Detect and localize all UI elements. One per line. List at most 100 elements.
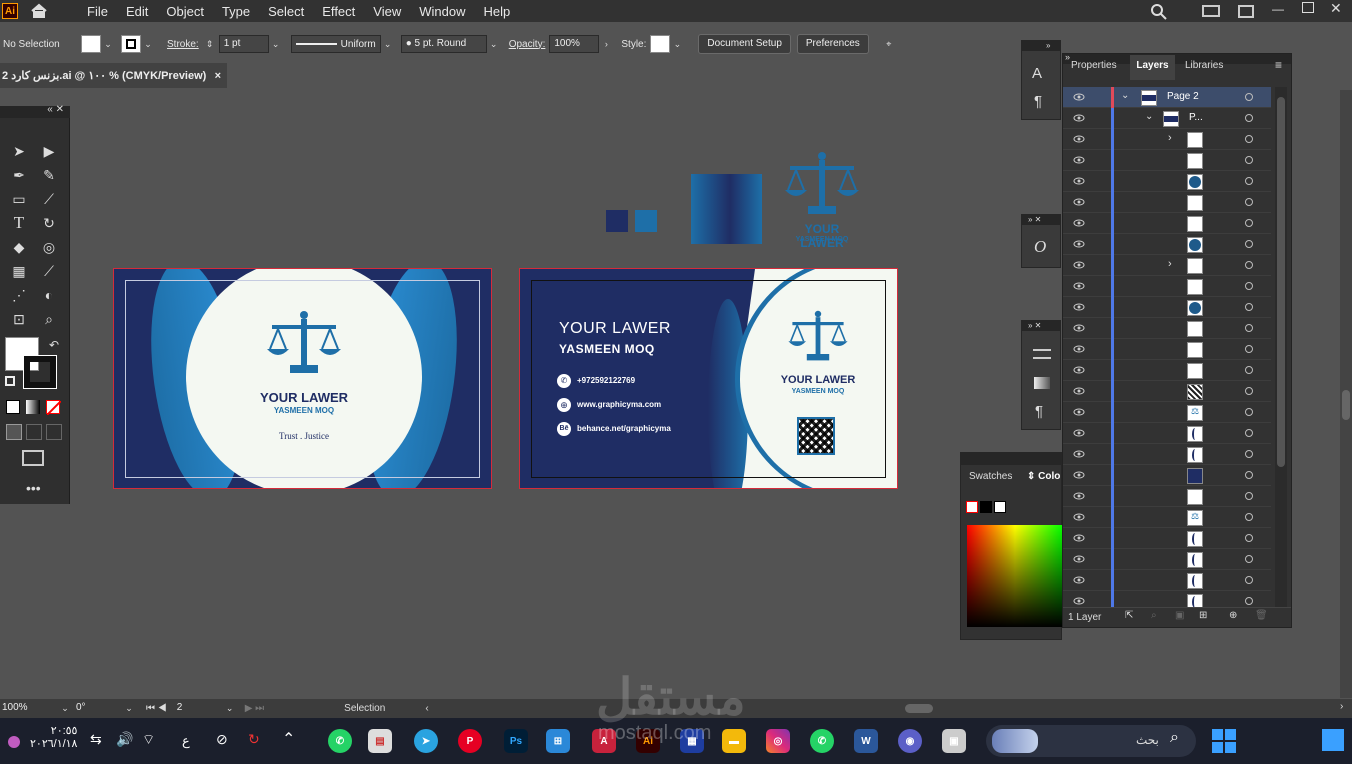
layers-tab[interactable]: Layers [1130,55,1175,80]
sync-icon[interactable]: ↻ [248,731,260,748]
windows-start-icon[interactable] [1212,729,1236,753]
draw-behind-icon[interactable] [26,424,42,440]
fill-dropdown[interactable]: ⌄ [101,35,115,53]
visibility-eye-icon[interactable] [1073,197,1085,207]
search-box[interactable]: بحث ⌕ [986,725,1196,757]
style-swatch[interactable] [650,35,671,53]
visibility-eye-icon[interactable] [1073,281,1085,291]
next-artboard-icon[interactable]: ▶ ⏭ [245,703,264,714]
whatsapp-business-icon[interactable]: ✆ [810,729,834,753]
menu-type[interactable]: Type [213,4,259,19]
layer-row[interactable] [1063,150,1271,171]
blend-tool-icon[interactable]: ⋰ [8,284,30,306]
eraser-tool-icon[interactable]: ◆ [8,236,30,258]
status-arrow-icon[interactable]: ‹ [425,703,428,714]
target-icon[interactable] [1245,135,1253,143]
visibility-eye-icon[interactable] [1073,260,1085,270]
profile-dropdown[interactable]: ⌄ [381,35,395,53]
document-setup-button[interactable]: Document Setup [698,34,791,54]
target-icon[interactable] [1245,471,1253,479]
target-icon[interactable] [1245,366,1253,374]
visibility-eye-icon[interactable] [1073,176,1085,186]
target-icon[interactable] [1245,261,1253,269]
new-sublayer-icon[interactable]: ⊞ [1199,610,1207,621]
menu-file[interactable]: File [78,4,117,19]
visibility-eye-icon[interactable] [1073,596,1085,606]
document-tab[interactable]: 2 بزنس كارد.ai @ ١٠٠ % (CMYK/Preview) × [0,63,227,88]
photoshop-icon[interactable]: Ps [504,729,528,753]
visibility-eye-icon[interactable] [1073,218,1085,228]
layer-row[interactable] [1063,192,1271,213]
home-icon[interactable] [30,3,48,19]
clipping-mask-icon[interactable]: ▣ [1175,610,1184,621]
layer-row[interactable] [1063,444,1271,465]
visibility-eye-icon[interactable] [1073,92,1085,102]
layer-row[interactable] [1063,381,1271,402]
direct-selection-tool-icon[interactable]: ▶ [38,140,60,162]
draw-normal-icon[interactable] [6,424,22,440]
layer-row[interactable]: › [1063,255,1271,276]
expand-chevron-icon[interactable]: › [1168,132,1172,144]
layer-row[interactable]: ⌄ Page 2 [1063,87,1271,108]
minimize-button[interactable]: — [1272,2,1284,16]
selection-tool-icon[interactable]: ➤ [8,140,30,162]
stroke-swatch[interactable] [121,35,141,53]
notification-icon[interactable] [8,736,20,748]
navy-color-chip[interactable] [606,210,628,232]
target-icon[interactable] [1245,555,1253,563]
visibility-eye-icon[interactable] [1073,239,1085,249]
curvature-tool-icon[interactable]: ✎ [38,164,60,186]
zoom-field[interactable]: 100% [0,699,58,718]
preferences-button[interactable]: Preferences [796,34,869,54]
target-icon[interactable] [1245,450,1253,458]
draw-inside-icon[interactable] [46,424,62,440]
layer-row[interactable]: ⌄ P... [1063,108,1271,129]
visibility-eye-icon[interactable] [1073,512,1085,522]
target-icon[interactable] [1245,219,1253,227]
search-icon[interactable] [1150,3,1168,24]
swatches-tab[interactable]: Swatches [969,471,1012,482]
align-icon[interactable] [1033,349,1051,359]
menu-view[interactable]: View [364,4,410,19]
layer-row[interactable] [1063,549,1271,570]
layer-row[interactable] [1063,234,1271,255]
brush-dropdown[interactable]: ⌄ [487,35,501,53]
show-hidden-icons[interactable]: ⌃ [282,729,295,749]
delete-icon[interactable]: 🗑 [1255,610,1268,621]
blue-color-chip[interactable] [635,210,657,232]
folder-icon[interactable]: ▬ [722,729,746,753]
artboard-field[interactable]: 2 [172,699,223,718]
collapse-chevron-icon[interactable]: ⌄ [1145,111,1153,122]
layer-row[interactable] [1063,339,1271,360]
clock[interactable]: ٢٠:٥٥ ٢٠٢٦/١/١٨ [30,724,77,750]
visibility-eye-icon[interactable] [1073,134,1085,144]
target-icon[interactable] [1245,303,1253,311]
artboard-tool-icon[interactable]: ⊡ [8,308,30,330]
new-layer-icon[interactable]: ⊕ [1229,610,1237,621]
layer-row[interactable] [1063,171,1271,192]
menu-select[interactable]: Select [259,4,313,19]
visibility-eye-icon[interactable] [1073,386,1085,396]
layer-row[interactable] [1063,318,1271,339]
menu-window[interactable]: Window [410,4,474,19]
layer-row[interactable] [1063,465,1271,486]
layer-row[interactable] [1063,486,1271,507]
target-icon[interactable] [1245,534,1253,542]
gradient-tool-icon[interactable]: ▦ [8,260,30,282]
scroll-right-icon[interactable]: › [1340,701,1343,712]
layer-row[interactable]: ⚖ [1063,507,1271,528]
locate-object-icon[interactable]: ⌕ [1151,610,1157,621]
target-icon[interactable] [1245,177,1253,185]
menu-edit[interactable]: Edit [117,4,157,19]
layer-row[interactable] [1063,570,1271,591]
style-dropdown[interactable]: ⌄ [670,35,684,53]
visibility-eye-icon[interactable] [1073,365,1085,375]
store-icon[interactable]: ⊞ [546,729,570,753]
layer-row[interactable] [1063,276,1271,297]
zoom-dropdown[interactable]: ⌄ [58,700,72,718]
target-icon[interactable] [1245,282,1253,290]
rotation-field[interactable]: 0° [72,699,122,718]
vertical-scrollbar[interactable] [1340,90,1352,698]
target-icon[interactable] [1245,429,1253,437]
layer-row[interactable] [1063,591,1271,607]
